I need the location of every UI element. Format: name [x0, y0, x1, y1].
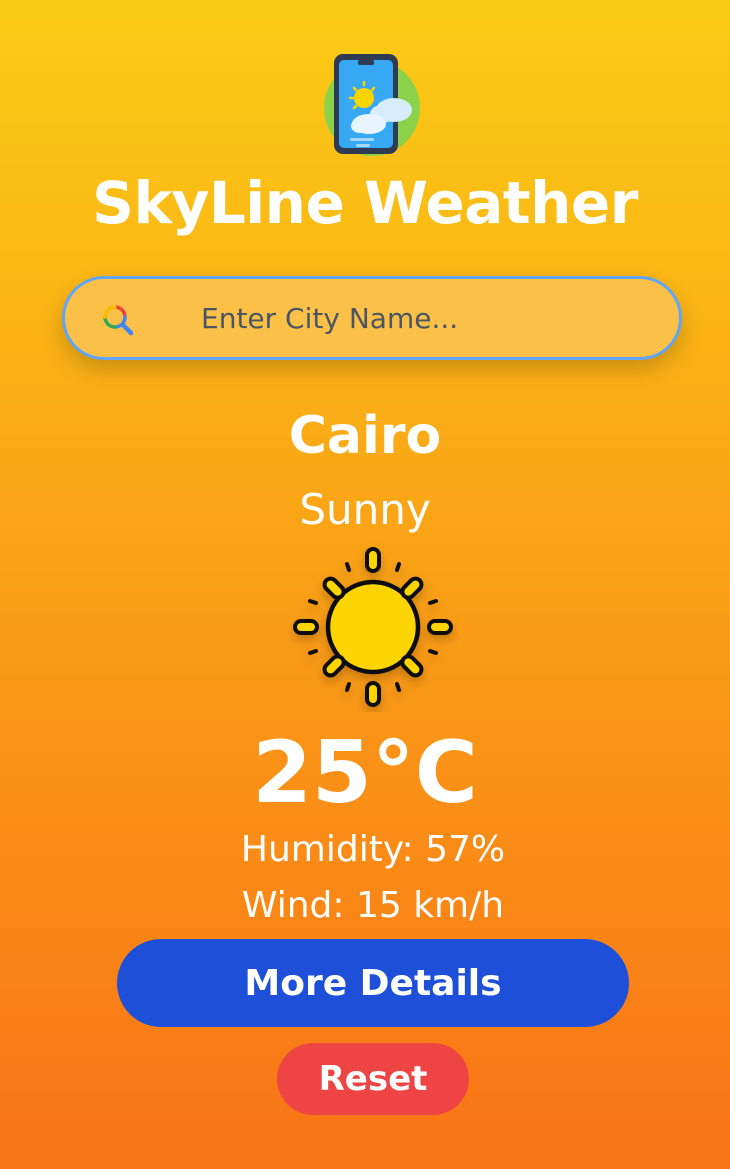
search-bar[interactable]	[62, 276, 682, 360]
search-icon[interactable]	[101, 303, 135, 337]
temperature: 25°C	[252, 723, 478, 823]
app-title: SkyLine Weather	[92, 169, 638, 237]
phone-weather-icon	[322, 54, 422, 158]
more-details-button[interactable]: More Details	[117, 939, 629, 1027]
wind-text: Wind: 15 km/h	[241, 885, 505, 926]
city-name: Cairo	[288, 406, 442, 466]
weather-condition: Sunny	[299, 485, 431, 534]
humidity-text: Humidity: 57%	[240, 829, 506, 870]
reset-button[interactable]: Reset	[277, 1043, 469, 1115]
weather-app: SkyLine Weather Cairo Sunny	[0, 0, 730, 1169]
sun-icon	[288, 542, 458, 712]
city-search-input[interactable]	[201, 293, 641, 343]
